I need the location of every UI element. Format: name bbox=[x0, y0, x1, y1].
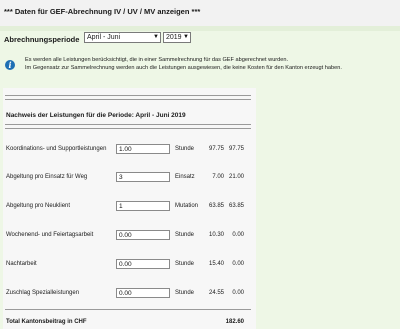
quantity-input[interactable] bbox=[116, 288, 170, 298]
unit-label: Mutation bbox=[175, 203, 199, 209]
unit-price: 10.30 bbox=[208, 232, 224, 238]
quantity-input[interactable] bbox=[116, 172, 170, 182]
chevron-down-icon: ▼ bbox=[153, 34, 159, 40]
chevron-down-icon: ▼ bbox=[183, 34, 189, 40]
total-label: Total Kantonsbeitrag in CHF bbox=[6, 319, 87, 325]
quantity-input[interactable] bbox=[116, 230, 170, 240]
row-label: Zuschlag Spezialleistungen bbox=[6, 290, 80, 296]
summary-heading: Nachweis der Leistungen für die Periode:… bbox=[6, 112, 186, 119]
unit-label: Stunde bbox=[175, 261, 195, 267]
row-amount: 0.00 bbox=[232, 232, 244, 238]
quarter-select-value: April - Juni bbox=[87, 34, 121, 41]
year-select-value: 2019 bbox=[166, 34, 182, 41]
info-icon: i bbox=[5, 60, 15, 70]
quantity-input[interactable] bbox=[116, 259, 170, 269]
unit-price: 24.55 bbox=[208, 290, 224, 296]
unit-label: Stunde bbox=[175, 146, 195, 152]
row-label: Koordinations- und Supportleistungen bbox=[6, 146, 107, 152]
unit-price: 7.00 bbox=[212, 174, 224, 180]
quantity-input[interactable] bbox=[116, 144, 170, 154]
row-label: Abgeltung pro Einsatz für Weg bbox=[6, 174, 88, 180]
row-amount: 97.75 bbox=[228, 146, 244, 152]
unit-label: Stunde bbox=[175, 232, 195, 238]
divider bbox=[5, 124, 251, 125]
page-title: *** Daten für GEF-Abrechnung IV / UV / M… bbox=[4, 7, 201, 16]
unit-price: 63.85 bbox=[208, 203, 224, 209]
divider bbox=[5, 95, 251, 96]
unit-label: Stunde bbox=[175, 290, 195, 296]
total-value: 182.60 bbox=[225, 319, 244, 325]
info-line: Es werden alle Leistungen berücksichtigt… bbox=[25, 57, 289, 63]
unit-price: 15.40 bbox=[208, 261, 224, 267]
row-label: Wochenend- und Feiertagsarbeit bbox=[6, 232, 94, 238]
row-amount: 63.85 bbox=[228, 203, 244, 209]
unit-price: 97.75 bbox=[208, 146, 224, 152]
period-label: Abrechnungsperiode bbox=[4, 35, 80, 44]
unit-label: Einsatz bbox=[175, 174, 195, 180]
quantity-input[interactable] bbox=[116, 201, 170, 211]
divider bbox=[5, 99, 251, 100]
row-amount: 0.00 bbox=[232, 290, 244, 296]
divider bbox=[5, 128, 251, 129]
quarter-select[interactable]: April - Juni ▼ bbox=[84, 32, 161, 43]
info-message: Es werden alle Leistungen berücksichtigt… bbox=[25, 56, 342, 72]
divider bbox=[5, 309, 251, 310]
info-line: Im Gegensatz zur Sammelrechnung werden a… bbox=[25, 65, 342, 71]
row-label: Abgeltung pro Neuklient bbox=[6, 203, 71, 209]
row-amount: 21.00 bbox=[228, 174, 244, 180]
row-amount: 0.00 bbox=[232, 261, 244, 267]
row-label: Nachtarbeit bbox=[6, 261, 37, 267]
year-select[interactable]: 2019 ▼ bbox=[163, 32, 191, 43]
